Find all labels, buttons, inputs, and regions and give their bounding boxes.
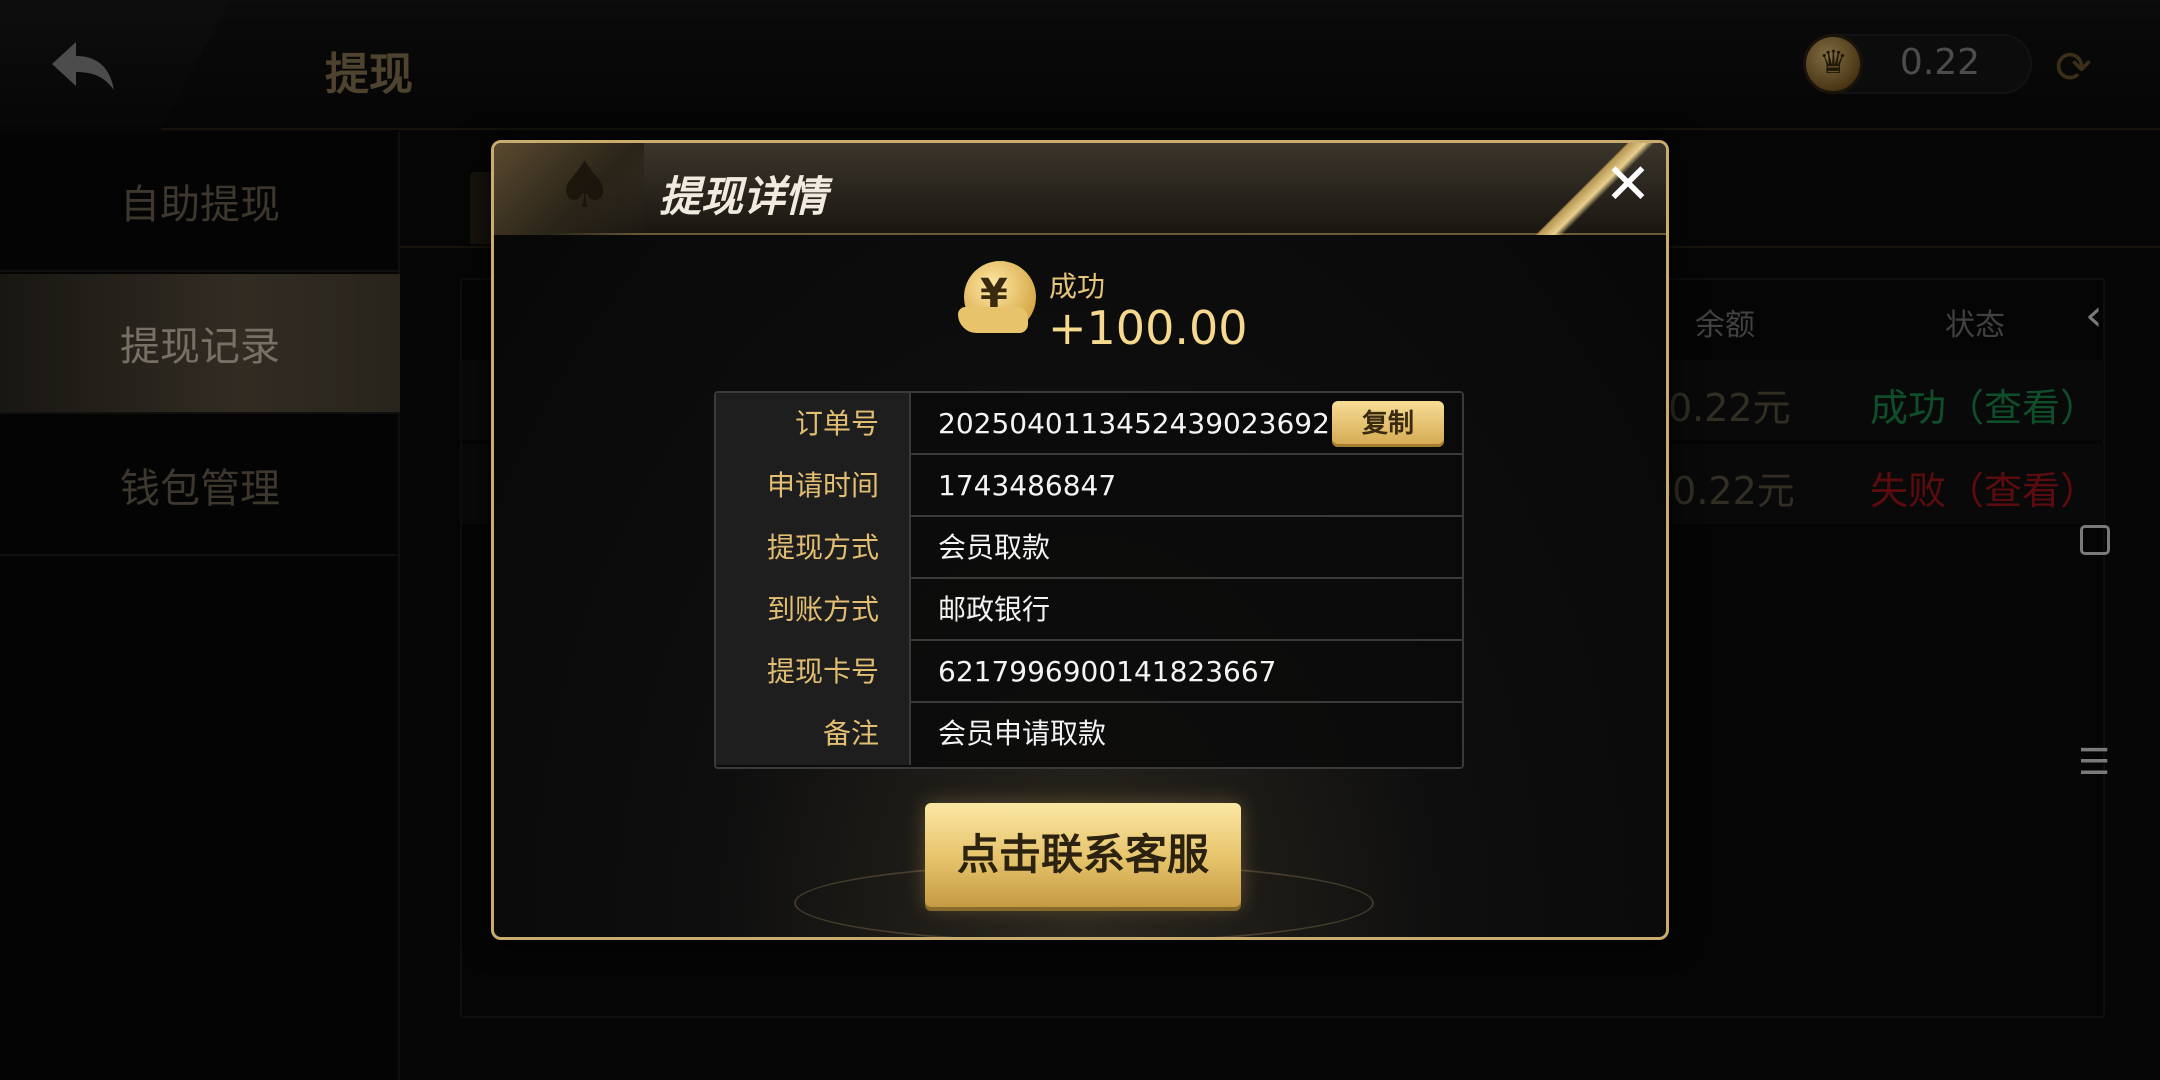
detail-value: 会员取款: [938, 531, 1051, 564]
spade-card-icon: [494, 143, 644, 235]
modal-header: 提现详情 ✕: [494, 143, 1666, 235]
contact-support-button[interactable]: 点击联系客服: [925, 803, 1241, 907]
detail-label: 订单号: [716, 393, 911, 455]
detail-value: 1743486847: [938, 469, 1117, 502]
copy-button[interactable]: 复制: [1332, 401, 1444, 447]
detail-value: 6217996900141823667: [938, 655, 1277, 688]
detail-value: 2025040113452439023692...: [938, 407, 1357, 440]
detail-value: 邮政银行: [938, 593, 1051, 626]
detail-row-withdraw-method: 提现方式 会员取款: [716, 517, 1462, 579]
detail-label: 提现卡号: [716, 641, 911, 703]
detail-label: 到账方式: [716, 579, 911, 641]
hand-icon: [958, 307, 1028, 333]
withdraw-detail-modal: 提现详情 ✕ ¥ 成功 +100.00 订单号 2025040113452439…: [491, 140, 1669, 940]
modal-title: 提现详情: [659, 172, 828, 221]
status-summary: ¥ 成功 +100.00: [958, 261, 1264, 371]
detail-row-apply-time: 申请时间 1743486847: [716, 455, 1462, 517]
detail-label: 提现方式: [716, 517, 911, 579]
detail-label: 备注: [716, 703, 911, 765]
detail-value: 会员申请取款: [938, 717, 1107, 750]
detail-row-card-number: 提现卡号 6217996900141823667: [716, 641, 1462, 703]
detail-table: 订单号 2025040113452439023692... 复制 申请时间 17…: [714, 391, 1464, 769]
close-button[interactable]: ✕: [1600, 157, 1656, 215]
amount-value: +100.00: [1048, 301, 1248, 355]
status-label: 成功: [1049, 270, 1106, 303]
detail-label: 申请时间: [716, 455, 911, 517]
detail-row-arrival-method: 到账方式 邮政银行: [716, 579, 1462, 641]
detail-row-remark: 备注 会员申请取款: [716, 703, 1462, 765]
detail-row-order-number: 订单号 2025040113452439023692... 复制: [716, 393, 1462, 455]
